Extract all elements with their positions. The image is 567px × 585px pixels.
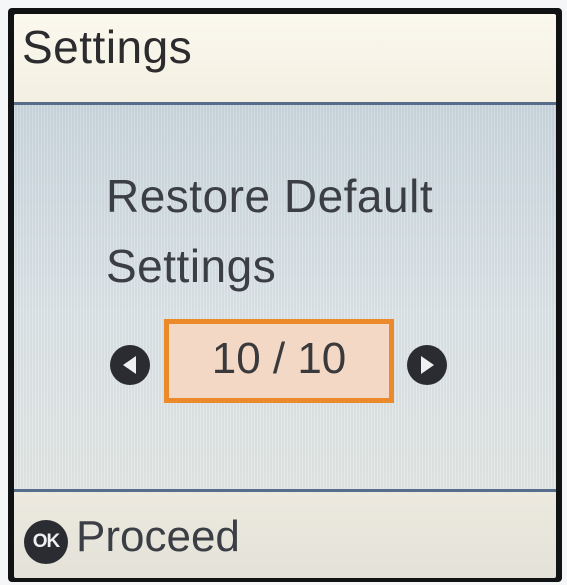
page-title: Settings [22,21,193,73]
message-line-1: Restore Default [106,170,434,222]
title-bar: Settings [14,14,556,105]
next-button[interactable] [407,345,447,385]
footer-bar: OK Proceed [14,489,556,578]
right-arrow-icon [421,356,434,374]
left-arrow-icon [123,356,136,374]
device-frame: Settings Restore Default Settings 10 / 1… [0,0,567,585]
page-counter-text: 10 / 10 [211,334,347,383]
ok-button-icon[interactable]: OK [24,520,68,564]
message-line-2: Settings [106,240,277,292]
lcd-screen: Settings Restore Default Settings 10 / 1… [14,14,556,578]
page-counter: 10 / 10 [164,319,394,403]
previous-button[interactable] [110,345,150,385]
proceed-label: Proceed [76,512,240,561]
content-area: Restore Default Settings 10 / 10 [14,105,556,489]
